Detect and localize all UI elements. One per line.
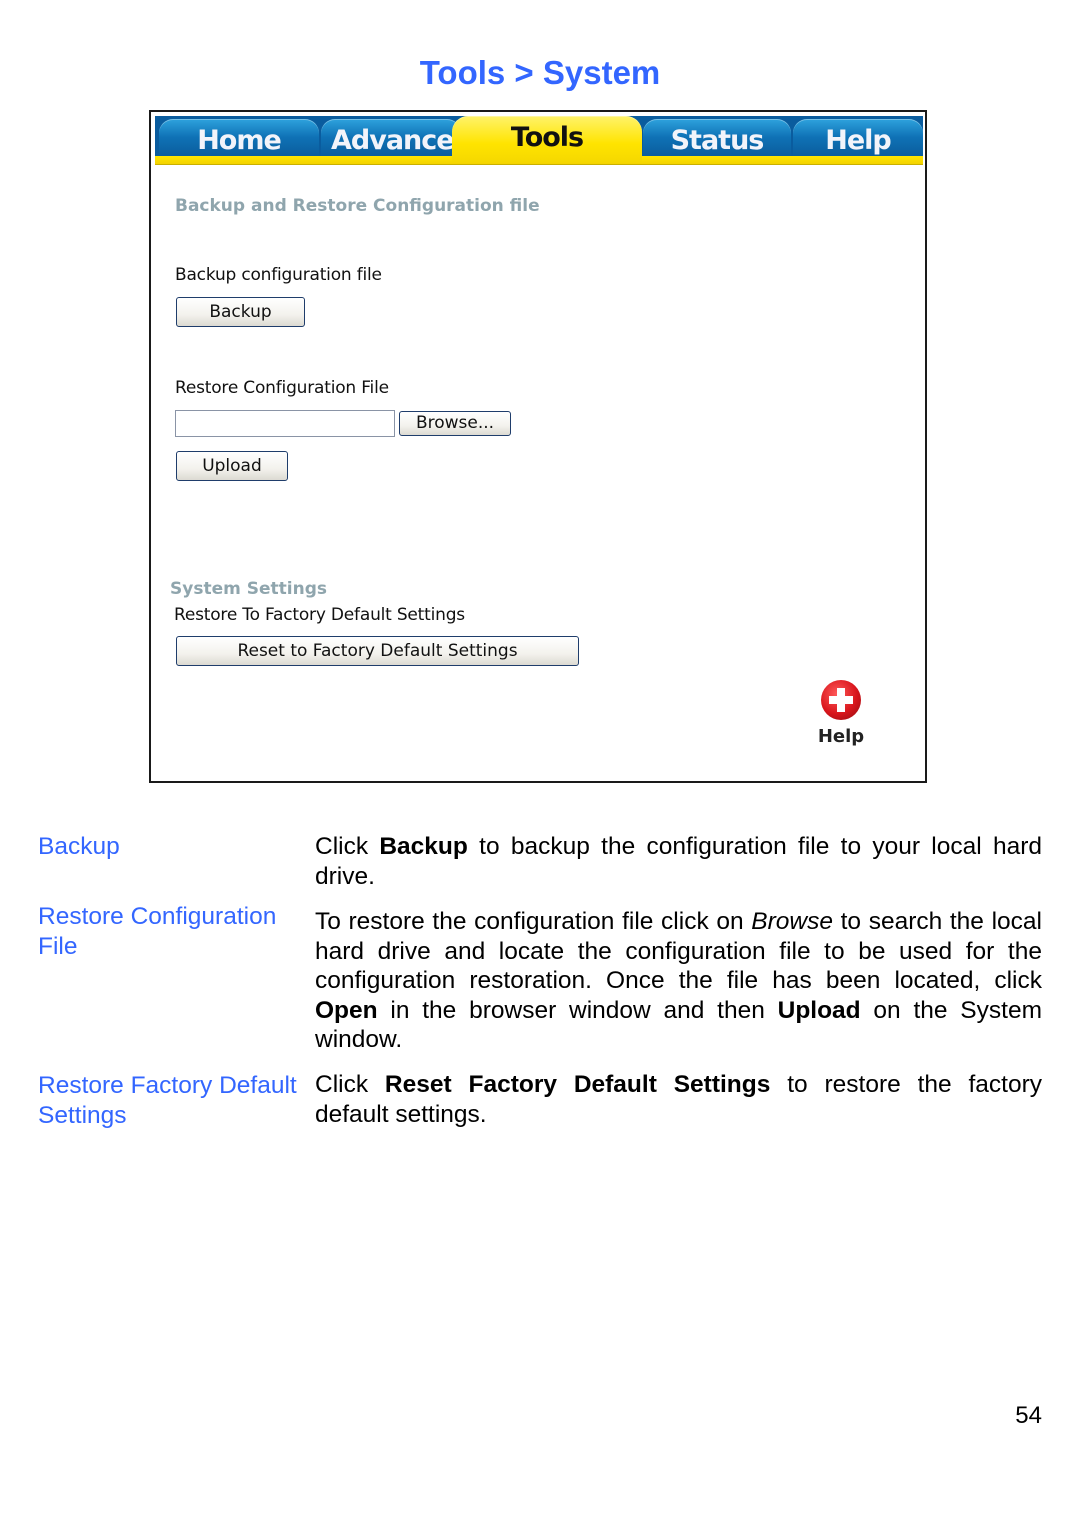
term-backup: Backup	[38, 833, 120, 860]
desc-segment: Browse	[751, 908, 833, 935]
backup-button[interactable]: Backup	[176, 297, 305, 327]
page-title: Tools > System	[419, 54, 661, 91]
desc-restore-configuration-file: To restore the configuration file click …	[315, 907, 1042, 1055]
upload-button[interactable]: Upload	[176, 451, 288, 481]
backup-config-label: Backup configuration file	[175, 265, 382, 285]
desc-segment: Click	[315, 1071, 385, 1098]
reset-factory-defaults-button[interactable]: Reset to Factory Default Settings	[176, 636, 579, 666]
desc-segment: Backup	[379, 833, 468, 860]
backup-restore-heading: Backup and Restore Configuration file	[175, 196, 540, 216]
desc-segment: Open	[315, 996, 378, 1024]
desc-segment: in the browser window and then	[377, 996, 778, 1024]
tab-tools[interactable]: Tools	[452, 116, 642, 162]
desc-backup: Click Backup to backup the configuration…	[315, 832, 1042, 891]
tab-status[interactable]: Status	[643, 119, 791, 159]
desc-restore-factory-default-settings: Click Reset Factory Default Settings to …	[315, 1070, 1042, 1129]
desc-segment: To restore the configuration file click …	[315, 908, 752, 935]
desc-segment: Upload	[777, 996, 861, 1024]
page-number: 54	[1015, 1402, 1042, 1429]
router-screenshot-frame: Home Advanced Tools Status Help Backup a…	[149, 110, 927, 783]
config-file-input[interactable]	[175, 410, 395, 437]
factory-default-label: Restore To Factory Default Settings	[174, 605, 465, 625]
term-restore-factory-default-settings: Restore Factory Default Settings	[38, 1072, 297, 1129]
tab-advanced[interactable]: Advanced	[321, 119, 461, 159]
tab-home[interactable]: Home	[159, 119, 319, 159]
nav-tab-bar: Home Advanced Tools Status Help	[155, 116, 923, 162]
browse-button[interactable]: Browse...	[399, 411, 511, 436]
red-cross-help-icon	[821, 680, 861, 720]
help-label: Help	[817, 726, 865, 747]
tab-help[interactable]: Help	[793, 119, 923, 159]
desc-segment: Click	[315, 833, 380, 860]
system-settings-heading: System Settings	[170, 579, 327, 599]
help-link[interactable]: Help	[813, 680, 869, 747]
desc-segment: Reset Factory Default Settings	[384, 1071, 771, 1098]
restore-config-label: Restore Configuration File	[175, 378, 389, 398]
term-restore-configuration-file: Restore Configuration File	[38, 903, 277, 960]
